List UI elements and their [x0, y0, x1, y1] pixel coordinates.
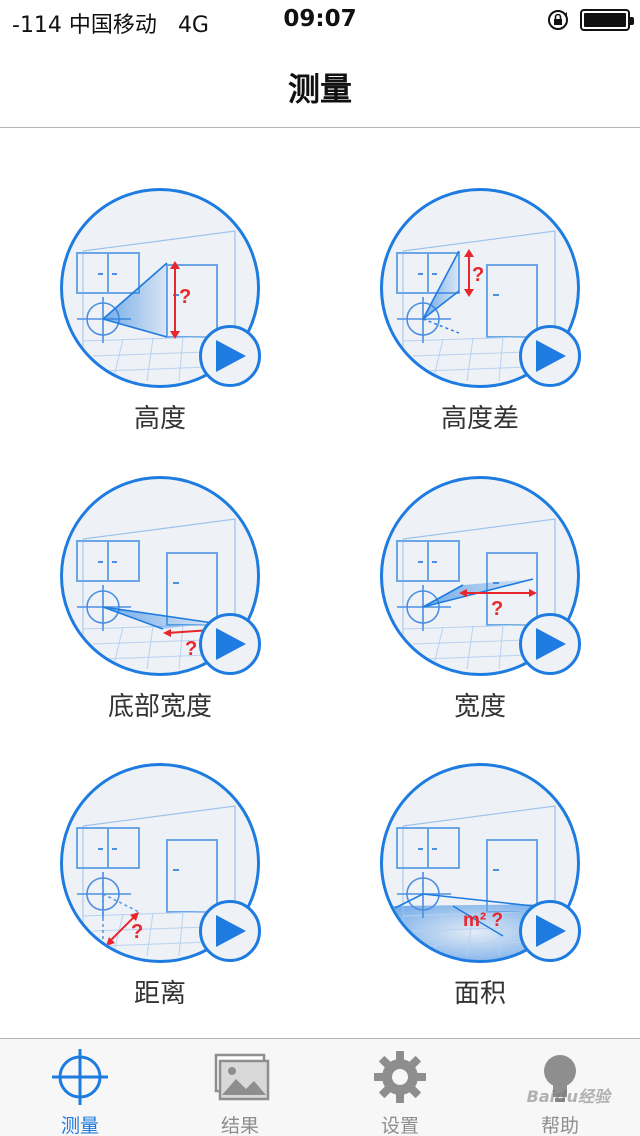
tile-label: 高度	[133, 404, 186, 434]
tab-label: 结果	[220, 1115, 259, 1136]
play-button-bottom-width[interactable]	[199, 613, 261, 675]
play-icon	[216, 340, 246, 372]
nav-bar: 测量	[0, 40, 640, 128]
area-unit-mark: m² ?	[463, 910, 503, 931]
play-button-distance[interactable]	[199, 900, 261, 962]
tab-measure[interactable]: 测量	[0, 1039, 160, 1136]
tab-results[interactable]: 结果	[160, 1039, 320, 1136]
play-icon	[536, 628, 566, 660]
tile-area[interactable]: m² ? 面积	[365, 763, 595, 1023]
tab-label: 帮助	[540, 1115, 579, 1136]
tile-height-difference[interactable]: ? 高度差	[365, 188, 595, 448]
status-right	[546, 8, 634, 32]
question-mark: ?	[491, 598, 503, 620]
play-icon	[216, 628, 246, 660]
question-mark: ?	[131, 921, 143, 943]
tile-label: 底部宽度	[107, 692, 212, 722]
watermark: Baidu经验	[526, 1087, 610, 1106]
tile-height[interactable]: ? 高度	[45, 188, 275, 448]
question-mark: ?	[472, 264, 484, 286]
tab-settings[interactable]: 设置	[320, 1039, 480, 1136]
tile-label: 高度差	[440, 404, 519, 434]
status-time: 09:07	[283, 6, 357, 32]
question-mark: ?	[179, 286, 191, 308]
tile-width[interactable]: ? 宽度	[365, 476, 595, 736]
rotation-lock-icon	[548, 10, 568, 30]
play-button-height-difference[interactable]	[519, 325, 581, 387]
crosshair-icon	[52, 1049, 108, 1105]
gear-icon	[374, 1051, 426, 1103]
play-button-height[interactable]	[199, 325, 261, 387]
play-icon	[216, 915, 246, 947]
play-icon	[536, 340, 566, 372]
play-button-area[interactable]	[519, 900, 581, 962]
question-mark: ?	[185, 638, 197, 660]
tab-label: 测量	[60, 1115, 99, 1136]
tile-label: 面积	[453, 979, 506, 1009]
tile-bottom-width[interactable]: ? 底部宽度	[45, 476, 275, 736]
tab-label: 设置	[380, 1115, 419, 1136]
page-title: 测量	[287, 70, 352, 108]
tile-label: 宽度	[453, 692, 506, 722]
play-button-width[interactable]	[519, 613, 581, 675]
tile-distance[interactable]: ? 距离	[45, 763, 275, 1023]
status-bar: -114 中国移动 4G 09:07	[0, 0, 640, 40]
tile-label: 距离	[133, 979, 186, 1009]
battery-icon	[580, 9, 634, 31]
photos-icon	[214, 1053, 270, 1101]
play-icon	[536, 915, 566, 947]
